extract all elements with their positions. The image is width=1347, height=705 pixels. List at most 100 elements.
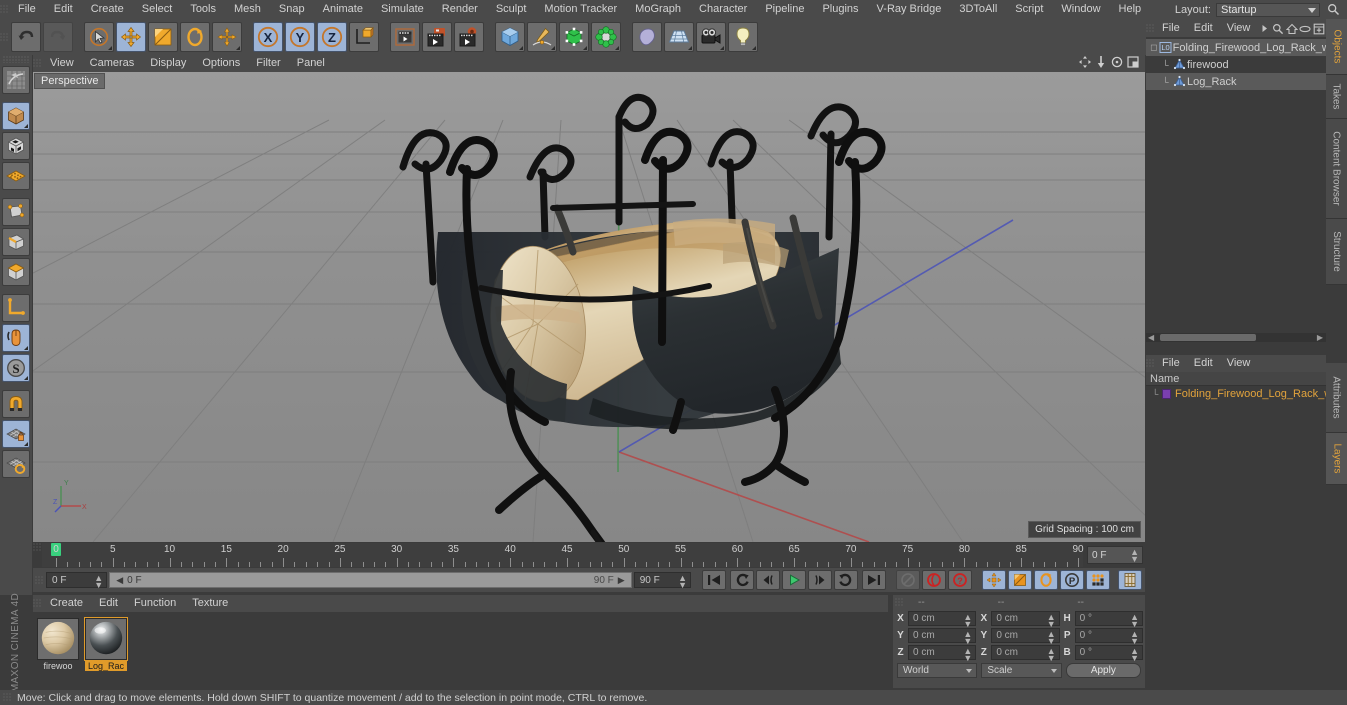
timeline-toggle-button[interactable] <box>1118 570 1142 590</box>
material-menu-create[interactable]: Create <box>42 595 91 612</box>
add-light[interactable] <box>728 22 758 52</box>
menu-item-animate[interactable]: Animate <box>314 0 372 19</box>
stepper-icon[interactable]: ▲ ▼ <box>1047 630 1056 646</box>
viewport-3d-canvas[interactable]: Y X Z Grid Spacing : 100 cm <box>33 72 1145 542</box>
stepper-icon[interactable]: ▲ ▼ <box>1130 630 1139 646</box>
go-to-previous-key-button[interactable] <box>730 570 754 590</box>
add-environment[interactable] <box>632 22 662 52</box>
layers-manager-grip[interactable] <box>1146 359 1155 368</box>
object-row-log-rack[interactable]: └ Log_Rack <box>1146 73 1326 90</box>
scale-tool[interactable] <box>148 22 178 52</box>
viewport-menu-filter[interactable]: Filter <box>248 55 288 72</box>
new-layer-icon[interactable] <box>1312 21 1326 36</box>
object-row-root[interactable]: ◻ L0 Folding_Firewood_Log_Rack_with_ <box>1146 39 1326 56</box>
point-level-animation-button[interactable] <box>1086 570 1110 590</box>
stepper-icon[interactable]: ▲ ▼ <box>1130 613 1139 629</box>
expand-collapse-icon[interactable]: ◻ <box>1149 42 1159 53</box>
editable-object-toggle[interactable] <box>2 102 30 130</box>
menu-item-3dtoall[interactable]: 3DToAll <box>950 0 1006 19</box>
edges-mode[interactable] <box>2 228 30 256</box>
menu-item-tools[interactable]: Tools <box>181 0 225 19</box>
left-toolbar-grip[interactable] <box>3 56 29 63</box>
layers-menu-edit[interactable]: Edit <box>1187 355 1220 372</box>
menu-item-mesh[interactable]: Mesh <box>225 0 270 19</box>
material-item-log-rack[interactable]: Log_Rac <box>84 617 128 671</box>
layer-row-0[interactable]: └ Folding_Firewood_Log_Rack_with <box>1146 386 1326 402</box>
timeline-ruler[interactable]: 0 5 10 15 20 25 30 35 40 45 50 55 60 65 70 75 80 85 90 <box>42 543 1084 567</box>
coordinate-system-dropdown[interactable]: World <box>897 663 978 678</box>
coord-rot-b-field[interactable]: 0 ° ▲ ▼ <box>1074 645 1143 663</box>
world-object-axis[interactable] <box>349 22 379 52</box>
menu-item-mograph[interactable]: MoGraph <box>626 0 690 19</box>
menu-item-create[interactable]: Create <box>82 0 133 19</box>
tab-attributes[interactable]: Attributes <box>1326 363 1347 433</box>
menu-item-sculpt[interactable]: Sculpt <box>487 0 536 19</box>
workplane-tool[interactable] <box>2 294 30 322</box>
go-to-next-key-button[interactable] <box>834 570 858 590</box>
pan-view-icon[interactable] <box>1079 56 1091 71</box>
coord-pos-y-field[interactable]: 0 cm ▲ ▼ <box>908 628 977 646</box>
go-to-start-button[interactable] <box>702 570 726 590</box>
animbar-grip[interactable] <box>35 575 44 585</box>
material-menu-texture[interactable]: Texture <box>184 595 236 612</box>
viewport-menu-cameras[interactable]: Cameras <box>82 55 143 72</box>
object-row-firewood[interactable]: └ firewood <box>1146 56 1326 73</box>
animation-range-bar[interactable]: ◀ 0 F 90 F ▶ <box>109 572 632 588</box>
step-back-button[interactable] <box>756 570 780 590</box>
coord-size-x-field[interactable]: 0 cm ▲ ▼ <box>991 611 1060 629</box>
redo-button[interactable] <box>43 22 73 52</box>
render-view[interactable] <box>390 22 420 52</box>
layers-menu-file[interactable]: File <box>1155 355 1187 372</box>
planar-workplane[interactable] <box>2 450 30 478</box>
eye-icon[interactable] <box>1299 21 1313 36</box>
search-icon[interactable] <box>1325 2 1341 18</box>
object-menu-edit[interactable]: Edit <box>1187 20 1220 37</box>
tab-structure[interactable]: Structure <box>1326 219 1347 285</box>
lock-z-axis[interactable]: Z <box>317 22 347 52</box>
axis-move-tool[interactable] <box>212 22 242 52</box>
step-forward-button[interactable] <box>808 570 832 590</box>
menu-item-snap[interactable]: Snap <box>270 0 314 19</box>
tab-takes[interactable]: Takes <box>1326 75 1347 119</box>
stepper-icon[interactable]: ▲ ▼ <box>1047 647 1056 663</box>
stepper-icon[interactable]: ▲ ▼ <box>1047 613 1056 629</box>
tab-layers[interactable]: Layers <box>1326 433 1347 485</box>
stepper-icon[interactable]: ▲ ▼ <box>963 647 972 663</box>
lock-x-axis[interactable]: X <box>253 22 283 52</box>
model-mode[interactable] <box>2 132 30 160</box>
scale-key-button[interactable] <box>1008 570 1032 590</box>
timeline-current-frame-field[interactable]: 0 F ▲ ▼ <box>1087 546 1143 564</box>
go-to-end-button[interactable] <box>862 570 886 590</box>
status-bar-grip[interactable] <box>3 693 12 702</box>
viewport-camera-label[interactable]: Perspective <box>34 73 106 89</box>
transform-mode-dropdown[interactable]: Scale <box>981 663 1062 678</box>
stepper-icon[interactable]: ▲ ▼ <box>1130 548 1139 564</box>
undo-button[interactable] <box>11 22 41 52</box>
stepper-icon[interactable]: ▲ ▼ <box>963 613 972 629</box>
deselect-tool[interactable] <box>2 66 30 94</box>
menu-item-select[interactable]: Select <box>133 0 182 19</box>
menu-item-character[interactable]: Character <box>690 0 756 19</box>
viewport-menu-options[interactable]: Options <box>194 55 248 72</box>
coord-size-z-field[interactable]: 0 cm ▲ ▼ <box>991 645 1060 663</box>
maximize-view-icon[interactable] <box>1127 56 1139 71</box>
current-frame-field[interactable]: 0 F ▲ ▼ <box>46 572 108 590</box>
parameter-key-button[interactable]: P <box>1060 570 1084 590</box>
viewport-solo-tool[interactable] <box>2 324 30 352</box>
stepper-icon[interactable]: ▲ ▼ <box>94 574 103 590</box>
menu-item-vray-bridge[interactable]: V-Ray Bridge <box>868 0 951 19</box>
material-item-firewood[interactable]: firewoo <box>37 618 79 671</box>
lock-y-axis[interactable]: Y <box>285 22 315 52</box>
add-deformer[interactable] <box>591 22 621 52</box>
autokeying-button[interactable] <box>922 570 946 590</box>
points-mode[interactable] <box>2 198 30 226</box>
menu-bar-grip[interactable] <box>0 5 9 14</box>
move-tool[interactable] <box>116 22 146 52</box>
viewport-menu-display[interactable]: Display <box>142 55 194 72</box>
preview-end-frame-field[interactable]: 90 F ▲ ▼ <box>633 572 691 590</box>
keyframe-selection-button[interactable]: ? <box>948 570 972 590</box>
stepper-icon[interactable]: ▲ ▼ <box>963 630 972 646</box>
add-camera[interactable] <box>696 22 726 52</box>
object-manager-grip[interactable] <box>1146 24 1155 33</box>
add-floor-sky[interactable] <box>664 22 694 52</box>
